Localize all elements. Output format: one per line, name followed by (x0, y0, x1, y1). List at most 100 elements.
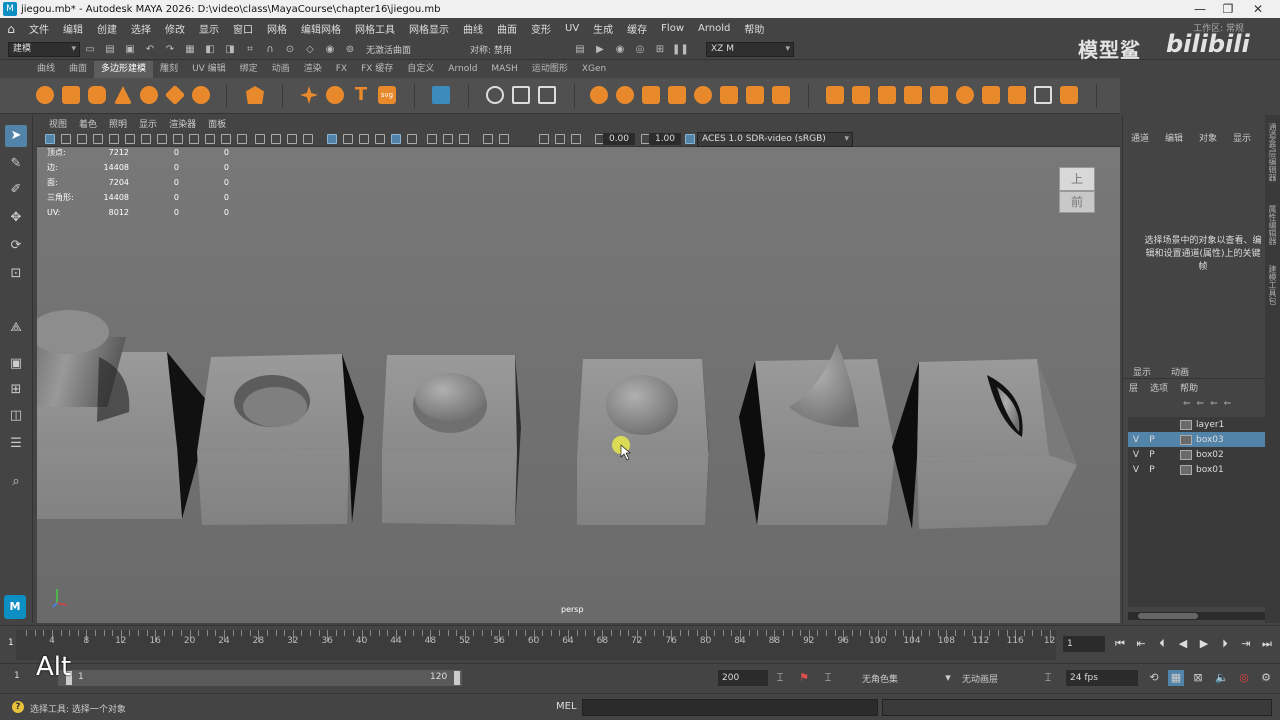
shelf-tab-mash[interactable]: MASH (484, 61, 524, 78)
make-live-icon[interactable]: ⊚ (342, 42, 358, 57)
new-scene-icon[interactable]: ▭ (82, 42, 98, 57)
menu-deform[interactable]: 变形 (524, 21, 558, 36)
wireframe-icon[interactable] (255, 134, 265, 144)
panel-menu-renderer[interactable]: 渲染器 (163, 117, 202, 130)
cb-menu-edit[interactable]: 编辑 (1157, 131, 1191, 144)
multi-cut-icon[interactable] (512, 86, 530, 104)
panel-menu-lighting[interactable]: 照明 (103, 117, 133, 130)
auto-key-icon[interactable]: ⚑ (796, 670, 812, 686)
animation-prefs-icon[interactable]: ⚙ (1258, 670, 1274, 686)
render-frame-icon[interactable]: ▶ (592, 42, 608, 57)
box-with-round-hole[interactable] (197, 354, 364, 525)
reduce-icon[interactable] (694, 86, 712, 104)
type-icon[interactable]: T (352, 86, 370, 104)
tab-channel-box-layer-editor[interactable]: 通道盒/层编辑器 (1267, 123, 1278, 182)
panel-menu-view[interactable]: 视图 (43, 117, 73, 130)
sweep-mesh-icon[interactable] (326, 86, 344, 104)
shelf-tab-rigging[interactable]: 绑定 (233, 61, 265, 78)
character-set-label[interactable]: 无角色集 (862, 672, 898, 685)
xray-icon[interactable] (427, 134, 437, 144)
uv-editor-icon[interactable] (432, 86, 450, 104)
poly-cube-icon[interactable] (62, 86, 80, 104)
select-tool-icon[interactable]: ➤ (5, 125, 27, 147)
box-with-side-hemisphere[interactable] (892, 359, 1077, 529)
menu-mesh[interactable]: 网格 (260, 21, 294, 36)
search-icon[interactable]: ⌕ (5, 471, 27, 493)
menu-flow[interactable]: Flow (654, 23, 691, 34)
auto-keyframe-toggle-icon[interactable]: ◎ (1236, 670, 1252, 686)
bridge-icon[interactable] (852, 86, 870, 104)
layer-color-swatch[interactable] (1180, 464, 1192, 475)
use-all-lights-icon[interactable] (343, 134, 353, 144)
wedge-icon[interactable] (1034, 86, 1052, 104)
grease-pencil-icon[interactable] (125, 134, 135, 144)
hud-icon[interactable] (499, 134, 509, 144)
layer-tab-anim[interactable]: 动画 (1161, 365, 1199, 378)
poly-plane-icon[interactable] (164, 84, 186, 106)
field-chart-icon[interactable] (205, 134, 215, 144)
layer-row-box01[interactable]: V P box01 (1128, 462, 1266, 477)
exposure-field[interactable]: 0.00 (603, 133, 635, 145)
render-view-icon[interactable]: ⊞ (652, 42, 668, 57)
poly-disc-icon[interactable] (192, 86, 210, 104)
render-settings-icon[interactable]: ▤ (572, 42, 588, 57)
scale-tool-icon[interactable]: ⊡ (5, 263, 27, 285)
rotate-tool-icon[interactable]: ⟳ (5, 235, 27, 257)
anti-aliasing-icon[interactable] (391, 134, 401, 144)
step-back-frame-icon[interactable]: ⏴ (1154, 636, 1170, 652)
menu-mesh-display[interactable]: 网格显示 (402, 21, 456, 36)
box-with-cylinder[interactable] (37, 310, 212, 519)
char-set-dropdown-icon[interactable]: ▾ (940, 670, 956, 686)
scrollbar-thumb[interactable] (1138, 613, 1198, 619)
menu-help[interactable]: 帮助 (737, 21, 771, 36)
default-material-icon[interactable] (287, 134, 297, 144)
keyframe-marker-icon[interactable]: ⌶ (820, 670, 836, 686)
shelf-tab-fx[interactable]: FX (329, 61, 354, 78)
move-layer-up-icon[interactable]: ⇐ (1183, 399, 1191, 409)
shadows-icon[interactable] (359, 134, 369, 144)
undo-icon[interactable]: ↶ (142, 42, 158, 57)
go-to-start-icon[interactable]: ⏮ (1112, 636, 1128, 652)
layer-color-swatch[interactable] (1180, 419, 1192, 430)
viewport-persp[interactable]: 顶点: 7212 0 0 边: 14408 0 0 面: 7204 0 0 三角形: 14408 0 0… (37, 147, 1120, 623)
four-view-icon[interactable]: ⊞ (5, 379, 27, 401)
cb-menu-object[interactable]: 对象 (1191, 131, 1225, 144)
anim-layer-dropdown-icon[interactable]: ⌶ (1040, 670, 1056, 686)
menu-modify[interactable]: 修改 (158, 21, 192, 36)
letterbox-icon[interactable] (571, 134, 581, 144)
bookmark-icon[interactable] (77, 134, 87, 144)
isolate-select-icon[interactable] (407, 134, 417, 144)
gate-mask-icon[interactable] (189, 134, 199, 144)
minimize-button[interactable]: — (1186, 0, 1214, 18)
scene-geometry[interactable] (37, 147, 1120, 623)
ambient-occlusion-icon[interactable] (375, 134, 385, 144)
poke-icon[interactable] (1008, 86, 1026, 104)
layer-row-layer1[interactable]: layer1 (1128, 417, 1266, 432)
cb-menu-show[interactable]: 显示 (1225, 131, 1259, 144)
menu-set-dropdown[interactable]: 建模 (8, 41, 80, 57)
mirror-icon[interactable] (720, 86, 738, 104)
poly-torus-icon[interactable] (140, 86, 158, 104)
poly-sphere-icon[interactable] (36, 86, 54, 104)
outliner-layout-icon[interactable]: ☰ (5, 433, 27, 455)
shelf-tab-motion-graphics[interactable]: 运动图形 (525, 61, 575, 78)
step-forward-key-icon[interactable]: ⇥ (1238, 636, 1254, 652)
pause-render-icon[interactable]: ❚❚ (672, 42, 689, 57)
layer-row-box03[interactable]: V P box03 (1128, 432, 1266, 447)
textured-icon[interactable] (327, 134, 337, 144)
colorspace-dropdown[interactable]: ACES 1.0 SDR-video (sRGB) (697, 132, 853, 147)
hypershade-icon[interactable]: ◎ (632, 42, 648, 57)
new-layer-selected-icon[interactable]: ⇐ (1224, 399, 1232, 409)
menu-arnold[interactable]: Arnold (691, 23, 737, 34)
cache-playback-icon[interactable]: ▦ (1168, 670, 1184, 686)
menu-mesh-tools[interactable]: 网格工具 (348, 21, 402, 36)
film-gate-icon[interactable] (157, 134, 167, 144)
fps-dropdown[interactable]: 24 fps (1066, 670, 1138, 686)
insert-edge-loop-icon[interactable] (956, 86, 974, 104)
menu-curves[interactable]: 曲线 (456, 21, 490, 36)
anim-layer-label[interactable]: 无动画层 (962, 672, 998, 685)
layer-list-scrollbar[interactable] (1128, 612, 1266, 620)
loop-icon[interactable]: ⟲ (1146, 670, 1162, 686)
snap-plane-icon[interactable]: ◇ (302, 42, 318, 57)
playback-range-bar[interactable]: 1 120 (58, 670, 462, 686)
